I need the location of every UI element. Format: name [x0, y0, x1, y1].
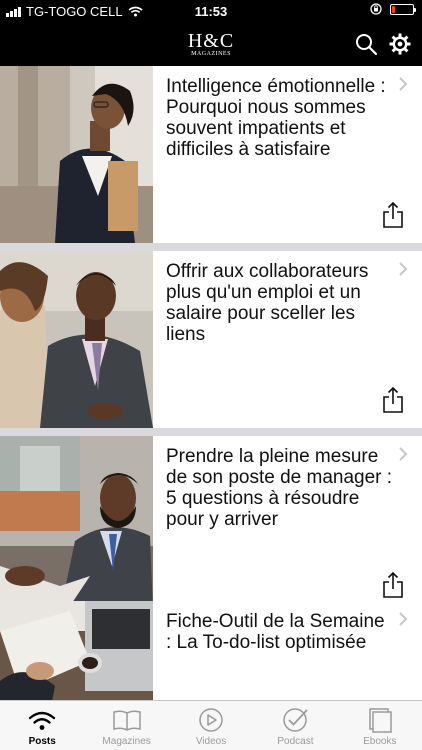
chevron-right-icon[interactable] — [398, 446, 408, 462]
article-thumbnail — [0, 66, 153, 243]
article-title[interactable]: Offrir aux collaborateurs plus qu'un emp… — [166, 261, 394, 345]
tab-posts[interactable]: Posts — [0, 701, 84, 750]
tab-label: Posts — [28, 736, 56, 747]
share-icon[interactable] — [382, 201, 404, 229]
article-thumbnail — [0, 436, 153, 613]
article-thumbnail — [0, 251, 153, 428]
orientation-lock-icon — [370, 3, 382, 15]
article-card[interactable]: Fiche-Outil de la Semaine : La To-do-lis… — [0, 601, 422, 700]
share-icon[interactable] — [382, 386, 404, 414]
share-icon[interactable] — [382, 571, 404, 599]
check-icon — [283, 708, 309, 732]
tab-videos[interactable]: Videos — [169, 701, 253, 750]
tab-ebooks[interactable]: Ebooks — [338, 701, 422, 750]
nav-bar: H&C MAGAZINES — [0, 22, 422, 66]
chevron-right-icon[interactable] — [398, 76, 408, 92]
nav-actions — [354, 32, 412, 56]
tab-label: Podcast — [277, 736, 314, 747]
search-icon[interactable] — [354, 32, 378, 56]
article-card[interactable]: Offrir aux collaborateurs plus qu'un emp… — [0, 251, 422, 428]
tab-podcast[interactable]: Podcast — [253, 701, 337, 750]
play-icon — [199, 708, 223, 732]
article-title[interactable]: Fiche-Outil de la Semaine : La To-do-lis… — [166, 611, 394, 653]
article-card[interactable]: Intelligence émotionnelle : Pourquoi nou… — [0, 66, 422, 243]
article-card[interactable]: Prendre la pleine mesure de son poste de… — [0, 436, 422, 613]
tab-magazines[interactable]: Magazines — [84, 701, 168, 750]
tab-label: Videos — [195, 736, 227, 747]
gear-icon[interactable] — [388, 32, 412, 56]
book-icon — [112, 710, 141, 731]
article-feed[interactable]: Intelligence émotionnelle : Pourquoi nou… — [0, 66, 422, 700]
chevron-right-icon[interactable] — [398, 261, 408, 277]
status-right — [370, 3, 416, 15]
battery-icon — [390, 3, 416, 15]
article-title[interactable]: Intelligence émotionnelle : Pourquoi nou… — [166, 76, 394, 160]
battery-fill — [392, 5, 395, 13]
article-thumbnail — [0, 601, 153, 700]
tab-label: Magazines — [102, 736, 151, 747]
pages-icon — [369, 708, 392, 733]
chevron-right-icon[interactable] — [398, 611, 408, 627]
article-title[interactable]: Prendre la pleine mesure de son poste de… — [166, 446, 394, 530]
status-bar: TG-TOGO CELL 11:53 — [0, 0, 422, 22]
tab-bar: Posts Magazines Videos Podcast Ebooks — [0, 700, 422, 750]
clock: 11:53 — [194, 4, 228, 19]
tab-label: Ebooks — [363, 736, 397, 747]
wifi-icon — [29, 711, 56, 730]
